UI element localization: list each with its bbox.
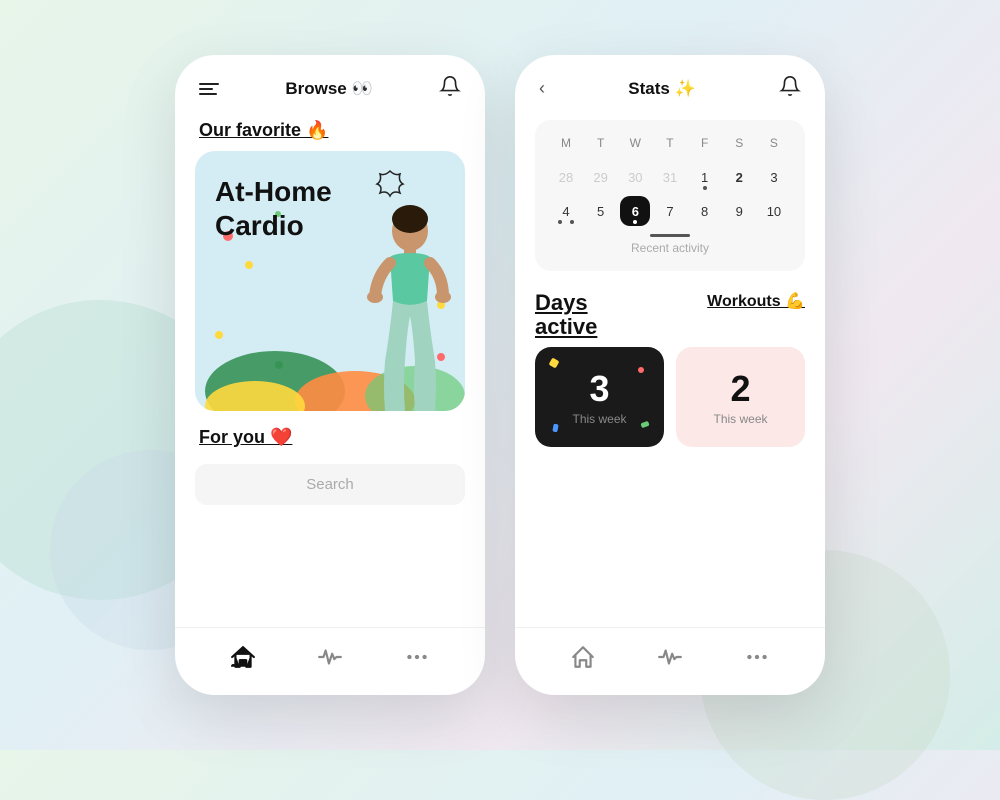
days-active-sublabel: This week xyxy=(572,412,626,426)
cal-day-7[interactable]: 7 xyxy=(655,196,685,226)
bell-icon[interactable] xyxy=(439,75,461,102)
cal-day-8[interactable]: 8 xyxy=(690,196,720,226)
confetti-1 xyxy=(549,358,560,369)
stats-content: Days active Workouts 💪 3 This week xyxy=(515,279,825,459)
cal-day-4[interactable]: 4 xyxy=(551,196,581,226)
workouts-sublabel: This week xyxy=(713,412,767,426)
confetti-3 xyxy=(640,421,649,428)
calendar-day-labels: M T W T F S S xyxy=(551,136,789,150)
cal-day-1[interactable]: 1 xyxy=(690,162,720,192)
stats-bell-icon[interactable] xyxy=(779,75,801,102)
browse-bottom-nav xyxy=(175,627,485,695)
hero-card-title: At-HomeCardio xyxy=(215,175,332,242)
workouts-label: Workouts 💪 xyxy=(676,291,805,311)
cal-day-9[interactable]: 9 xyxy=(724,196,754,226)
cal-day-10[interactable]: 10 xyxy=(759,196,789,226)
stat-card-days: 3 This week xyxy=(535,347,664,447)
stats-bottom-nav xyxy=(515,627,825,695)
for-you-section: For you ❤️ xyxy=(175,411,485,458)
decor-dot-yellow xyxy=(245,261,253,269)
workouts-number: 2 xyxy=(730,368,750,410)
search-placeholder: Search xyxy=(306,476,354,493)
stats-nav-activity-icon[interactable] xyxy=(657,644,683,675)
stats-nav-more-icon[interactable] xyxy=(744,644,770,675)
days-active-number: 3 xyxy=(589,368,609,410)
menu-icon[interactable] xyxy=(199,83,219,95)
stats-nav-home-icon[interactable] xyxy=(570,644,596,675)
days-active-label: Days active xyxy=(535,291,664,339)
stats-labels-row: Days active Workouts 💪 xyxy=(535,291,805,339)
confetti-4 xyxy=(552,424,558,433)
calendar-week2: 4 5 6 7 8 9 10 xyxy=(551,196,789,226)
cal-day-2[interactable]: 2 xyxy=(724,162,754,192)
cal-day-30[interactable]: 30 xyxy=(620,162,650,192)
browse-title: Browse 👀 xyxy=(285,79,372,99)
phone-stats: ‹ Stats ✨ M T W T F S S xyxy=(515,55,825,695)
nav-activity-icon[interactable] xyxy=(317,644,343,675)
phones-container: Browse 👀 Our favorite 🔥 At-HomeCardio xyxy=(175,55,825,695)
nav-more-icon[interactable] xyxy=(404,644,430,675)
recent-activity-label: Recent activity xyxy=(551,241,789,255)
confetti-2 xyxy=(638,367,644,373)
stats-title: Stats ✨ xyxy=(628,79,695,99)
browse-header: Browse 👀 xyxy=(175,55,485,112)
nav-home-icon[interactable] xyxy=(230,644,256,675)
calendar: M T W T F S S 28 29 30 31 1 2 3 xyxy=(535,120,805,271)
cal-day-6-today[interactable]: 6 xyxy=(620,196,650,226)
stat-cards: 3 This week 2 This week xyxy=(535,347,805,447)
person-figure xyxy=(335,201,455,411)
search-bar[interactable]: Search xyxy=(195,464,465,505)
calendar-week1: 28 29 30 31 1 2 3 xyxy=(551,162,789,192)
cal-day-28[interactable]: 28 xyxy=(551,162,581,192)
phone-browse: Browse 👀 Our favorite 🔥 At-HomeCardio xyxy=(175,55,485,695)
cal-day-3[interactable]: 3 xyxy=(759,162,789,192)
activity-indicator xyxy=(551,234,789,237)
stat-card-workouts: 2 This week xyxy=(676,347,805,447)
cal-day-31[interactable]: 31 xyxy=(655,162,685,192)
back-button[interactable]: ‹ xyxy=(539,78,545,99)
cal-day-5[interactable]: 5 xyxy=(586,196,616,226)
hero-card[interactable]: At-HomeCardio xyxy=(195,151,465,411)
cal-day-29[interactable]: 29 xyxy=(586,162,616,192)
stats-header: ‹ Stats ✨ xyxy=(515,55,825,112)
section-our-favorite: Our favorite 🔥 xyxy=(175,112,485,151)
